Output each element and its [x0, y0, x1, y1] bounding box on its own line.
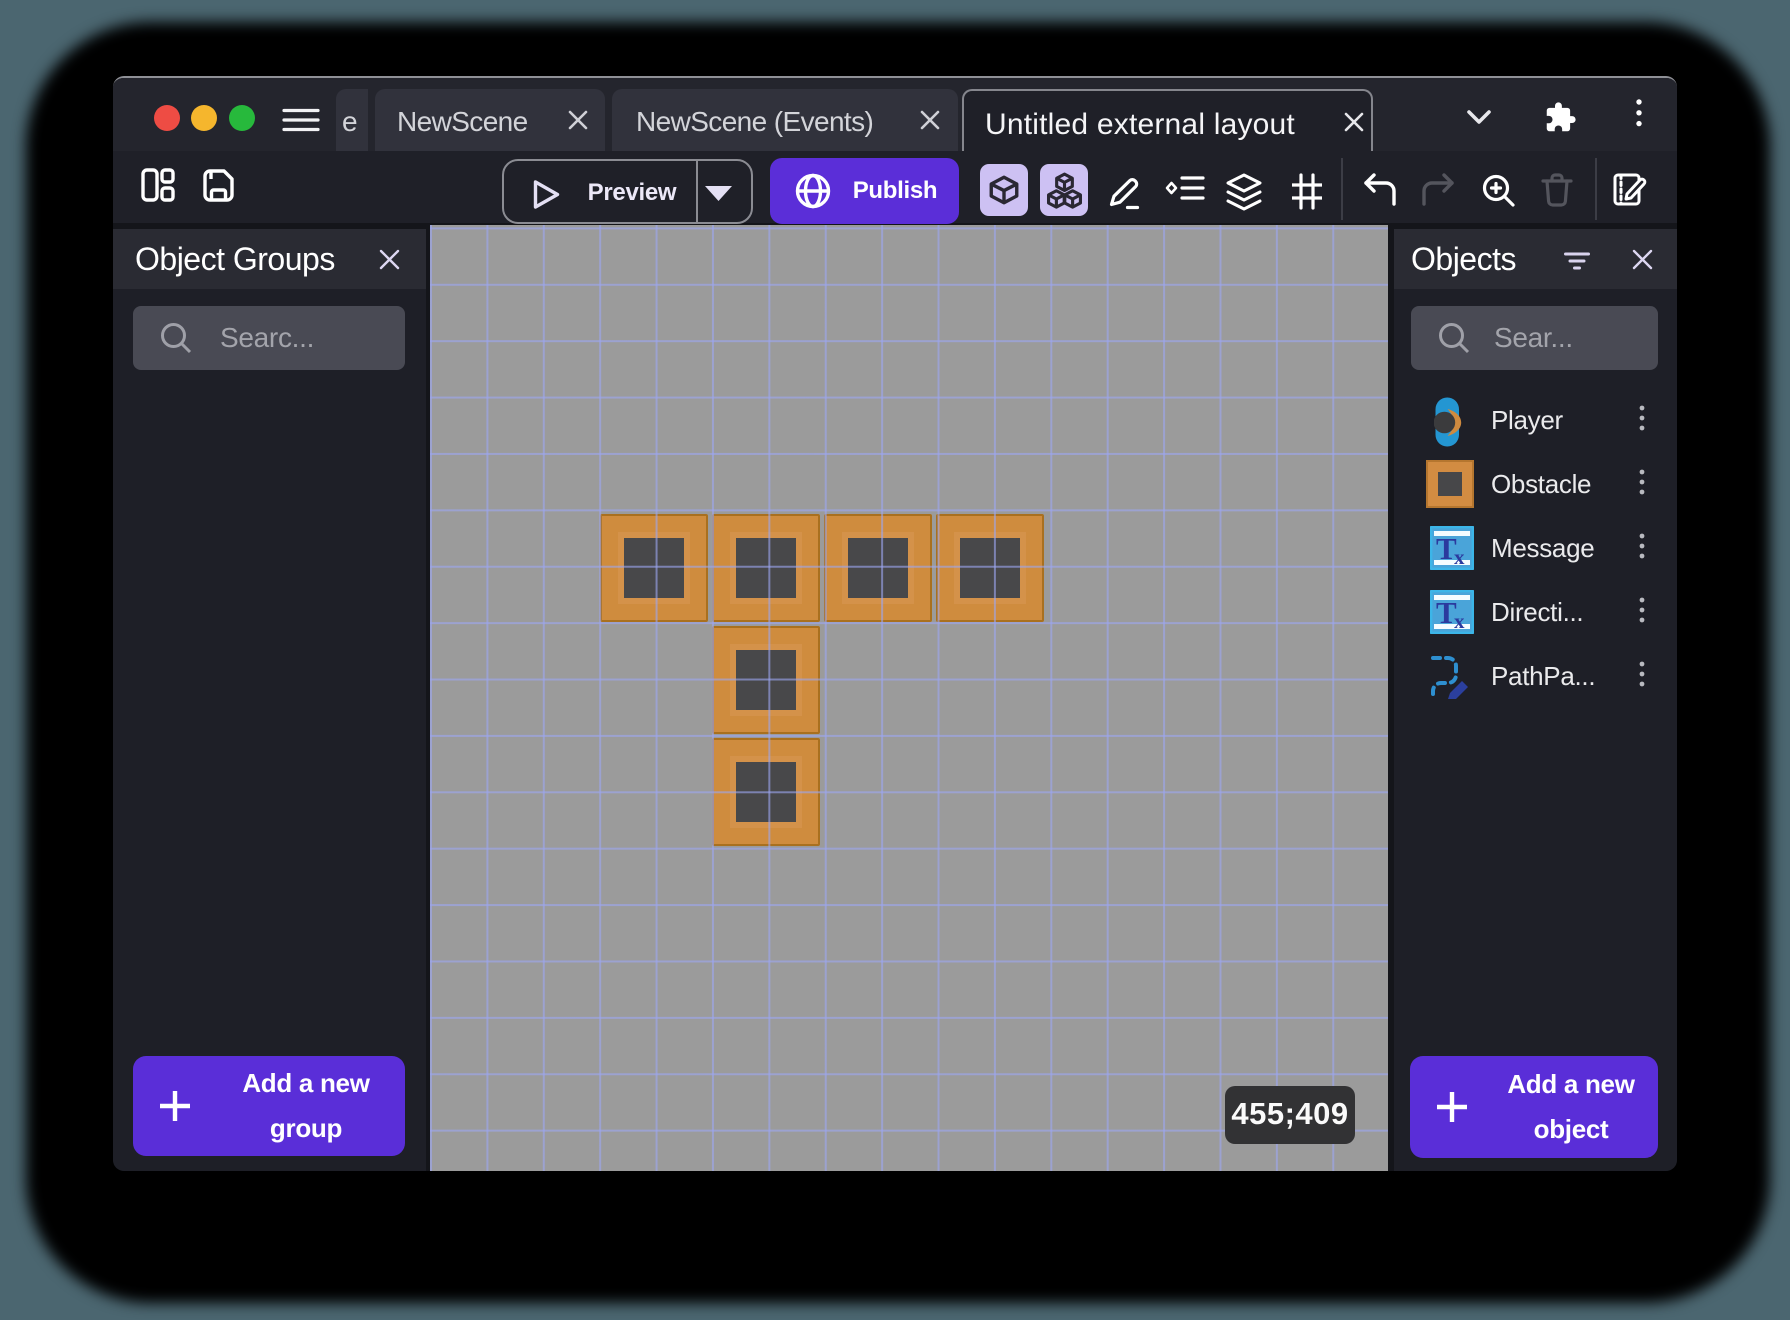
svg-text:x: x — [1454, 545, 1465, 569]
svg-text:x: x — [1454, 609, 1465, 633]
